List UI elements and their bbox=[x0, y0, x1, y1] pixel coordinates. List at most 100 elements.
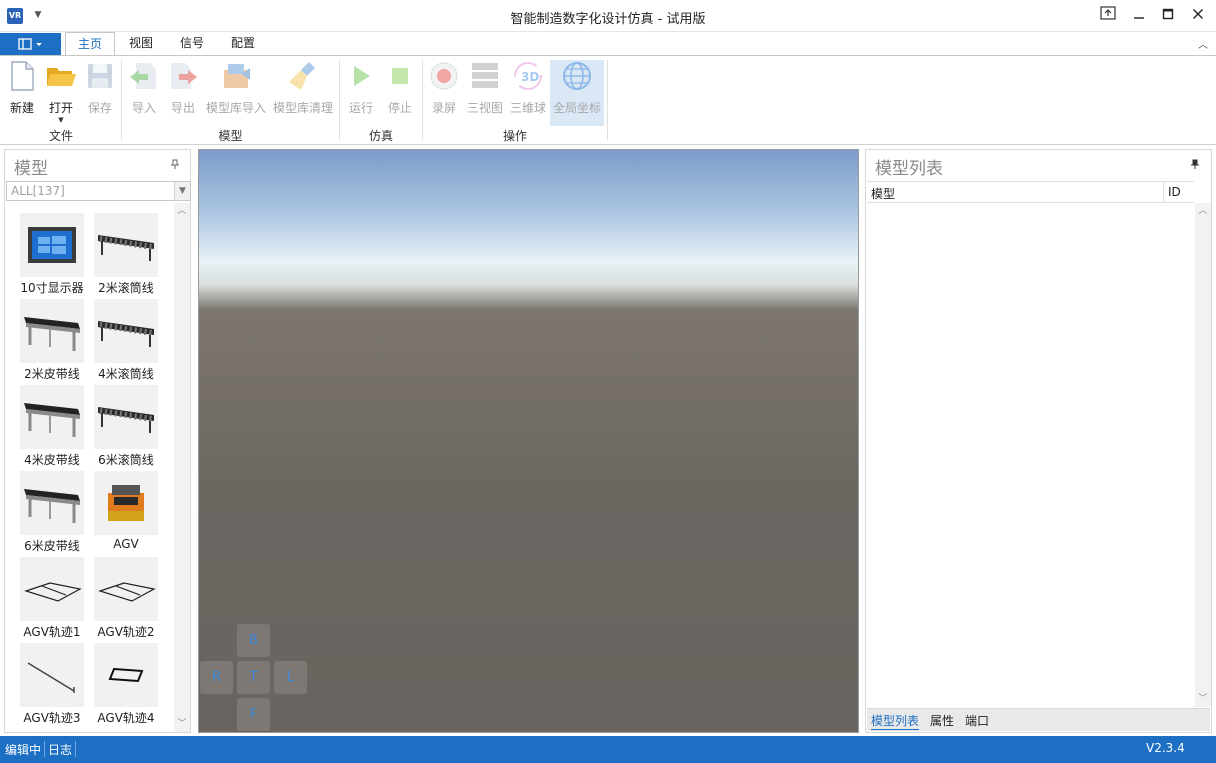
model-item[interactable]: AGV轨迹2 bbox=[90, 557, 162, 639]
model-filter-value: ALL[137] bbox=[11, 184, 65, 198]
status-log[interactable]: 日志 bbox=[48, 741, 72, 758]
3d-viewport[interactable]: B R T L F bbox=[198, 149, 859, 733]
record-icon bbox=[428, 60, 460, 92]
model-item[interactable]: AGV轨迹4 bbox=[90, 643, 162, 725]
model-thumbnail bbox=[20, 557, 84, 621]
ribbon-panel: 新建 打开 ▼ 保存 文件 导入 导出 模型库导入 模型库清理 模型 运行 停止… bbox=[0, 55, 1216, 145]
view-right-button[interactable]: R bbox=[200, 661, 233, 694]
model-library-panel: 模型 ALL[137] ▼ 10寸显示器 2米滚筒线 2米皮带线 4米滚筒线 4米皮带线… bbox=[4, 149, 191, 733]
export-button[interactable]: 导出 bbox=[164, 60, 202, 126]
tab-config[interactable]: 配置 bbox=[219, 32, 267, 55]
group-divider bbox=[121, 60, 122, 140]
library-import-icon bbox=[220, 60, 252, 92]
model-group-label: 模型 bbox=[218, 129, 243, 143]
open-dropdown-icon[interactable]: ▼ bbox=[42, 116, 80, 124]
new-button[interactable]: 新建 bbox=[4, 60, 40, 126]
view-left-button[interactable]: L bbox=[274, 661, 307, 694]
scroll-down-icon[interactable]: ﹀ bbox=[174, 716, 190, 732]
tab-home[interactable]: 主页 bbox=[65, 32, 116, 56]
library-clean-button[interactable]: 模型库清理 bbox=[270, 60, 336, 126]
maximize-button[interactable] bbox=[1153, 4, 1183, 28]
pin-icon[interactable] bbox=[170, 159, 180, 172]
view-front-button[interactable]: F bbox=[237, 698, 270, 731]
model-thumbnail bbox=[20, 213, 84, 277]
ribbon-display-options-button[interactable] bbox=[1093, 4, 1123, 28]
model-thumbnail bbox=[94, 213, 158, 277]
open-button[interactable]: 打开 ▼ bbox=[42, 60, 80, 126]
column-header-id[interactable]: ID bbox=[1163, 182, 1193, 203]
tab-signal[interactable]: 信号 bbox=[168, 32, 216, 55]
model-item-label: AGV轨迹1 bbox=[23, 625, 81, 639]
application-menu-button[interactable] bbox=[0, 33, 61, 55]
three-view-label: 三视图 bbox=[466, 101, 503, 115]
chevron-down-icon[interactable]: ▼ bbox=[174, 182, 190, 200]
group-divider bbox=[339, 60, 340, 140]
model-list-title: 模型列表 bbox=[875, 159, 943, 179]
model-item[interactable]: 4米皮带线 bbox=[16, 385, 88, 467]
group-divider bbox=[607, 60, 608, 140]
tab-ports[interactable]: 端口 bbox=[965, 712, 989, 729]
run-label: 运行 bbox=[348, 101, 373, 115]
status-mode: 编辑中 bbox=[5, 743, 42, 757]
scroll-up-icon[interactable]: ︿ bbox=[1195, 203, 1211, 219]
model-item[interactable]: 2米皮带线 bbox=[16, 299, 88, 381]
model-item[interactable]: 2米滚筒线 bbox=[90, 213, 162, 295]
broom-icon bbox=[287, 60, 319, 92]
model-list-scrollbar[interactable]: ︿ ﹀ bbox=[1195, 203, 1211, 707]
model-thumbnail bbox=[94, 385, 158, 449]
library-import-label: 模型库导入 bbox=[205, 101, 266, 115]
model-item-label: AGV轨迹2 bbox=[97, 625, 155, 639]
scroll-up-icon[interactable]: ︿ bbox=[174, 203, 190, 219]
import-button[interactable]: 导入 bbox=[125, 60, 163, 126]
model-list-header: 模型 ID bbox=[867, 181, 1194, 203]
ribbon-collapse-icon[interactable]: ︿ bbox=[1198, 36, 1208, 51]
tab-properties[interactable]: 属性 bbox=[930, 712, 954, 729]
three-view-button[interactable]: 三视图 bbox=[465, 60, 505, 126]
3d-sphere-button[interactable]: 3D 三维球 bbox=[508, 60, 548, 126]
model-item-label: AGV轨迹3 bbox=[23, 711, 81, 725]
file-group-label: 文件 bbox=[48, 129, 73, 143]
model-item[interactable]: 10寸显示器 bbox=[16, 213, 88, 295]
tab-model-list[interactable]: 模型列表 bbox=[871, 712, 920, 730]
global-coords-button[interactable]: 全局坐标 bbox=[550, 60, 604, 126]
library-import-button[interactable]: 模型库导入 bbox=[203, 60, 269, 126]
model-thumbnail bbox=[20, 385, 84, 449]
model-item[interactable]: AGV轨迹1 bbox=[16, 557, 88, 639]
ribbon-tab-bar: 主页 视图 信号 配置 ︿ bbox=[0, 32, 1216, 56]
import-label: 导入 bbox=[131, 101, 156, 115]
run-button[interactable]: 运行 bbox=[343, 60, 379, 126]
new-file-icon bbox=[6, 60, 38, 92]
model-list-scrollbar[interactable]: ︿ ﹀ bbox=[174, 203, 190, 732]
minimize-button[interactable] bbox=[1124, 4, 1154, 28]
record-label: 录屏 bbox=[431, 101, 456, 115]
global-coords-label: 全局坐标 bbox=[552, 101, 601, 115]
library-clean-label: 模型库清理 bbox=[272, 101, 333, 115]
scroll-down-icon[interactable]: ﹀ bbox=[1195, 691, 1211, 707]
tab-view[interactable]: 视图 bbox=[117, 32, 165, 55]
export-icon bbox=[167, 60, 199, 92]
model-item-label: AGV轨迹4 bbox=[97, 711, 155, 725]
view-top-button[interactable]: T bbox=[237, 661, 270, 694]
status-version: V2.3.4 bbox=[1146, 741, 1185, 755]
record-button[interactable]: 录屏 bbox=[426, 60, 462, 126]
three-view-icon bbox=[469, 60, 501, 92]
import-icon bbox=[128, 60, 160, 92]
model-thumbnail bbox=[20, 299, 84, 363]
save-button[interactable]: 保存 bbox=[82, 60, 118, 126]
view-back-button[interactable]: B bbox=[237, 624, 270, 657]
3d-sphere-icon: 3D bbox=[512, 60, 544, 92]
model-thumbnail bbox=[20, 471, 84, 535]
model-item[interactable]: 6米滚筒线 bbox=[90, 385, 162, 467]
close-button[interactable] bbox=[1183, 4, 1213, 28]
model-item[interactable]: AGV轨迹3 bbox=[16, 643, 88, 725]
pin-icon[interactable] bbox=[1190, 159, 1200, 172]
model-item[interactable]: 6米皮带线 bbox=[16, 471, 88, 553]
model-filter-select[interactable]: ALL[137] ▼ bbox=[6, 181, 191, 201]
stop-label: 停止 bbox=[387, 101, 412, 115]
model-item[interactable]: AGV bbox=[90, 471, 162, 553]
model-item[interactable]: 4米滚筒线 bbox=[90, 299, 162, 381]
stop-button[interactable]: 停止 bbox=[382, 60, 418, 126]
status-divider bbox=[75, 741, 76, 757]
column-header-model[interactable]: 模型 bbox=[871, 185, 895, 202]
3d-sphere-label: 三维球 bbox=[509, 101, 546, 115]
